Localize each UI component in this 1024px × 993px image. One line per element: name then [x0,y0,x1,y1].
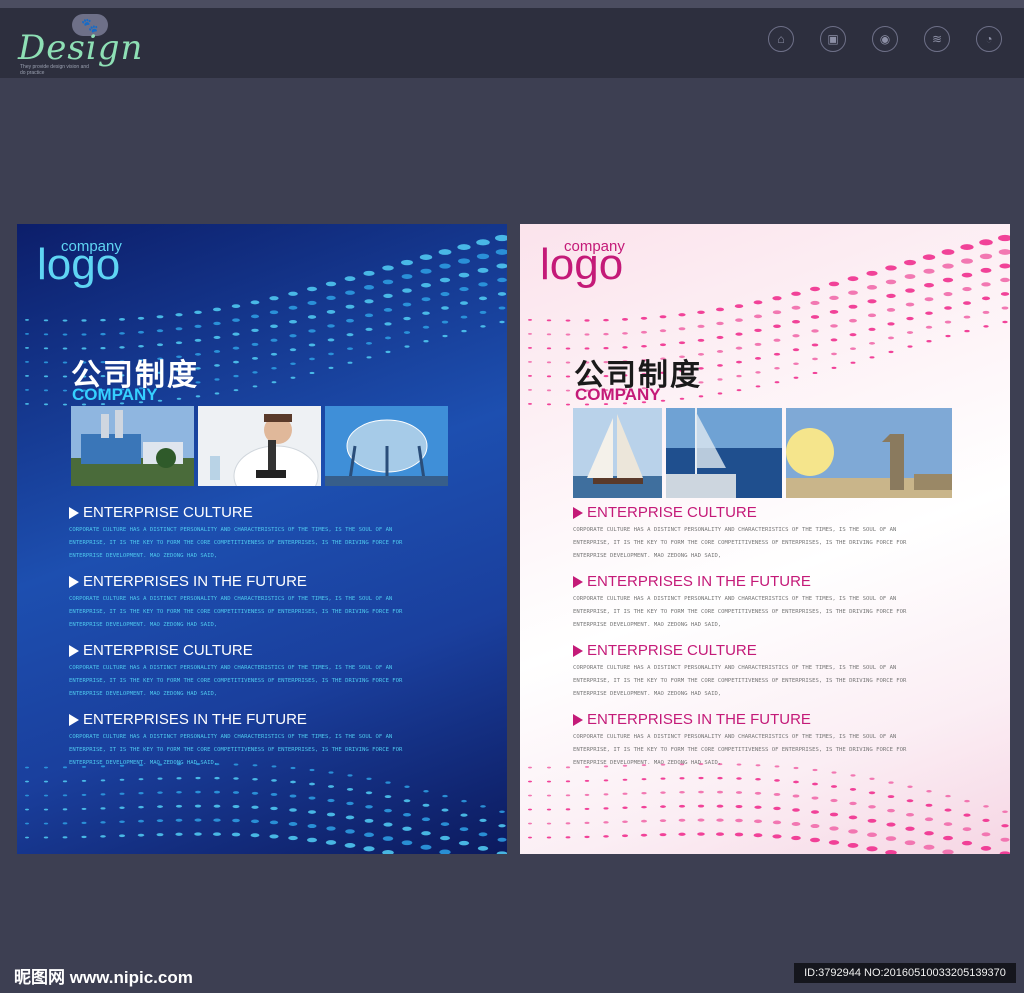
brand-logo[interactable]: Design [18,28,143,68]
section-3: ENTERPRISE CULTURE CORPORATE CULTURE HAS… [573,642,968,711]
top-icon-3[interactable]: ◉ [866,26,904,55]
top-icon-row: ⌂ ▣ ◉ ≋ ◔ [762,26,1008,55]
section-body: CORPORATE CULTURE HAS A DISTINCT PERSONA… [69,665,403,697]
section-body: CORPORATE CULTURE HAS A DISTINCT PERSONA… [573,665,907,697]
section-title: ENTERPRISES IN THE FUTURE [83,573,307,590]
yacht-sea-photo [666,408,782,498]
section-body: CORPORATE CULTURE HAS A DISTINCT PERSONA… [69,596,403,628]
poster-blue: company logo 公司制度 COMPANY ENTERPRISE CUL… [17,224,507,854]
section-1: ENTERPRISE CULTURE CORPORATE CULTURE HAS… [69,504,464,573]
camera-icon: ▣ [820,26,846,52]
triangle-bullet-icon [573,713,583,726]
section-3: ENTERPRISE CULTURE CORPORATE CULTURE HAS… [69,642,464,711]
site-watermark: 昵图网 www.nipic.com [14,968,193,987]
section-title: ENTERPRISE CULTURE [83,504,253,521]
photo-strip [71,406,448,486]
triangle-bullet-icon [69,575,79,588]
shield-icon: ◉ [872,26,898,52]
triangle-bullet-icon [69,644,79,657]
top-bar: 🐾 Design They provide design vision and … [0,0,1024,78]
title-english: COMPANY [575,385,661,404]
section-2: ENTERPRISES IN THE FUTURE CORPORATE CULT… [573,573,968,642]
hat-icon: ⌂ [768,26,794,52]
logo-word: logo [540,240,624,289]
section-4: ENTERPRISES IN THE FUTURE CORPORATE CULT… [69,711,464,780]
chart-icon: ◔ [976,26,1002,52]
section-title: ENTERPRISE CULTURE [587,642,757,659]
triangle-bullet-icon [573,506,583,519]
sailboat-photo [573,408,662,498]
section-title: ENTERPRISES IN THE FUTURE [83,711,307,728]
top-icon-4[interactable]: ≋ [918,26,956,55]
section-body: CORPORATE CULTURE HAS A DISTINCT PERSONA… [573,527,907,559]
top-icon-1[interactable]: ⌂ [762,26,800,55]
section-title: ENTERPRISES IN THE FUTURE [587,711,811,728]
section-body: CORPORATE CULTURE HAS A DISTINCT PERSONA… [573,734,907,766]
wifi-icon: ≋ [924,26,950,52]
photo-strip [573,408,952,498]
image-id-watermark: ID:3792944 NO:20160510033205139370 [794,963,1016,983]
triangle-bullet-icon [573,644,583,657]
section-body: CORPORATE CULTURE HAS A DISTINCT PERSONA… [69,527,403,559]
factory-photo [71,406,194,486]
content-sections: ENTERPRISE CULTURE CORPORATE CULTURE HAS… [573,504,968,780]
title-english: COMPANY [72,385,158,404]
section-title: ENTERPRISES IN THE FUTURE [587,573,811,590]
triangle-bullet-icon [573,575,583,588]
section-body: CORPORATE CULTURE HAS A DISTINCT PERSONA… [69,734,403,766]
section-2: ENTERPRISES IN THE FUTURE CORPORATE CULT… [69,573,464,642]
section-1: ENTERPRISE CULTURE CORPORATE CULTURE HAS… [573,504,968,573]
section-4: ENTERPRISES IN THE FUTURE CORPORATE CULT… [573,711,968,780]
poster-pink: company logo 公司制度 COMPANY ENTERPRISE CUL… [520,224,1010,854]
section-title: ENTERPRISE CULTURE [83,642,253,659]
content-sections: ENTERPRISE CULTURE CORPORATE CULTURE HAS… [69,504,464,780]
top-icon-2[interactable]: ▣ [814,26,852,55]
logo-word: logo [37,240,121,289]
top-icon-5[interactable]: ◔ [970,26,1008,55]
triangle-bullet-icon [69,713,79,726]
sunset-number-one-photo [786,408,952,498]
scientist-microscope-photo [198,406,321,486]
section-title: ENTERPRISE CULTURE [587,504,757,521]
section-body: CORPORATE CULTURE HAS A DISTINCT PERSONA… [573,596,907,628]
water-tower-photo [325,406,448,486]
brand-tagline: They provide design vision and do practi… [20,64,89,76]
triangle-bullet-icon [69,506,79,519]
